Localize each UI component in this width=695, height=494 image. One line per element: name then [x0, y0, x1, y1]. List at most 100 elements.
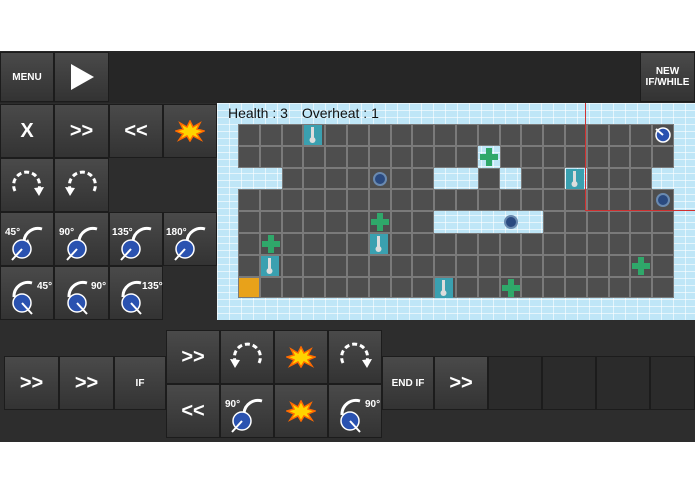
- floor-tile: [347, 124, 369, 146]
- delete-button[interactable]: X: [0, 104, 54, 158]
- floor-tile: [303, 189, 326, 212]
- program-if-block[interactable]: IF: [114, 356, 166, 410]
- turret-cw-45-button[interactable]: 45°: [0, 266, 54, 320]
- floor-tile: [238, 254, 260, 277]
- floor-tile: [565, 233, 587, 255]
- turret-ccw-icon: [120, 226, 152, 261]
- then-rotate-ccw[interactable]: [220, 330, 274, 384]
- floor-tile: [521, 167, 544, 190]
- program-forward-2[interactable]: >>: [59, 356, 114, 410]
- range-line: [586, 210, 695, 211]
- floor-tile: [347, 189, 369, 212]
- floor-tile: [390, 233, 413, 255]
- rotate-cw-button[interactable]: [0, 158, 54, 212]
- forward-button[interactable]: >>: [54, 104, 109, 158]
- floor-tile: [390, 211, 413, 233]
- floor-tile: [303, 276, 326, 299]
- then-fire[interactable]: [274, 330, 328, 384]
- floor-tile: [390, 167, 413, 190]
- turret-ccw-180-button[interactable]: 180°: [163, 212, 217, 266]
- floor-tile: [281, 167, 304, 190]
- floor-tile: [390, 124, 413, 146]
- floor-tile: [412, 145, 435, 168]
- floor-tile: [325, 189, 347, 212]
- floor-tile: [565, 124, 587, 146]
- floor-tile: [586, 124, 609, 146]
- floor-tile: [412, 233, 435, 255]
- floor-tile: [281, 211, 304, 233]
- floor-tile: [303, 254, 326, 277]
- floor-tile: [281, 124, 304, 146]
- program-forward-1[interactable]: >>: [4, 356, 59, 410]
- floor-tile: [630, 233, 653, 255]
- floor-tile: [499, 145, 522, 168]
- floor-tile: [390, 276, 413, 299]
- floor-tile: [238, 145, 260, 168]
- program-forward-3[interactable]: >>: [434, 356, 488, 410]
- turret-cw-icon: [12, 280, 33, 315]
- else-back[interactable]: <<: [166, 384, 220, 438]
- floor-tile: [281, 145, 304, 168]
- floor-tile: [412, 124, 435, 146]
- else-turret-cw-90[interactable]: 90°: [328, 384, 382, 438]
- start-tile: [238, 276, 260, 299]
- play-button[interactable]: [54, 52, 109, 102]
- program-slot-empty-4[interactable]: [650, 356, 695, 410]
- turret-ccw-icon: [231, 398, 263, 433]
- floor-tile: [543, 189, 565, 212]
- program-endif-block[interactable]: END IF: [382, 356, 434, 410]
- else-turret-ccw-90[interactable]: 90°: [220, 384, 274, 438]
- floor-tile: [608, 254, 631, 277]
- floor-tile: [608, 189, 631, 212]
- thermometer-icon: [434, 277, 454, 299]
- floor-tile: [412, 276, 435, 299]
- program-slot-empty-1[interactable]: [488, 356, 542, 410]
- floor-tile: [456, 276, 478, 299]
- turret-cw-135-button[interactable]: 135°: [109, 266, 163, 320]
- floor-tile: [630, 124, 653, 146]
- floor-tile: [259, 124, 282, 146]
- floor-tile: [434, 254, 456, 277]
- floor-tile: [630, 145, 653, 168]
- turret-ccw-45-button[interactable]: 45°: [0, 212, 54, 266]
- floor-tile: [565, 145, 587, 168]
- floor-tile: [368, 189, 391, 212]
- play-icon: [70, 64, 94, 90]
- floor-tile: [368, 254, 391, 277]
- turret-cw-90-button[interactable]: 90°: [54, 266, 109, 320]
- floor-tile: [477, 276, 500, 299]
- floor-tile: [347, 145, 369, 168]
- else-fire[interactable]: [274, 384, 328, 438]
- floor-tile: [543, 276, 565, 299]
- program-slot-empty-2[interactable]: [542, 356, 596, 410]
- floor-tile: [499, 189, 522, 212]
- floor-tile: [456, 233, 478, 255]
- turret-ccw-90-button[interactable]: 90°: [54, 212, 109, 266]
- range-line: [585, 103, 586, 211]
- floor-tile: [456, 145, 478, 168]
- thermometer-icon: [369, 233, 389, 255]
- floor-tile: [412, 167, 435, 190]
- enemy-turret-icon: [653, 190, 673, 210]
- menu-button[interactable]: MENU: [0, 52, 54, 102]
- then-forward[interactable]: >>: [166, 330, 220, 384]
- turret-ccw-icon: [174, 226, 206, 261]
- turret-ccw-135-button[interactable]: 135°: [109, 212, 163, 266]
- program-slot-empty-3[interactable]: [596, 356, 650, 410]
- floor-tile: [521, 233, 544, 255]
- repair-cross-icon: [370, 212, 390, 232]
- back-button[interactable]: <<: [109, 104, 163, 158]
- new-ifwhile-button[interactable]: NEW IF/WHILE: [640, 52, 695, 102]
- floor-tile: [412, 211, 435, 233]
- floor-tile: [586, 254, 609, 277]
- floor-tile: [238, 189, 260, 212]
- floor-tile: [499, 233, 522, 255]
- floor-tile: [456, 189, 478, 212]
- rotate-ccw-button[interactable]: [54, 158, 109, 212]
- repair-cross-icon: [479, 147, 499, 167]
- overheat-readout: Overheat : 1: [301, 105, 379, 121]
- fire-button[interactable]: [163, 104, 217, 158]
- floor-tile: [499, 254, 522, 277]
- then-rotate-cw[interactable]: [328, 330, 382, 384]
- explosion-icon: [286, 346, 316, 368]
